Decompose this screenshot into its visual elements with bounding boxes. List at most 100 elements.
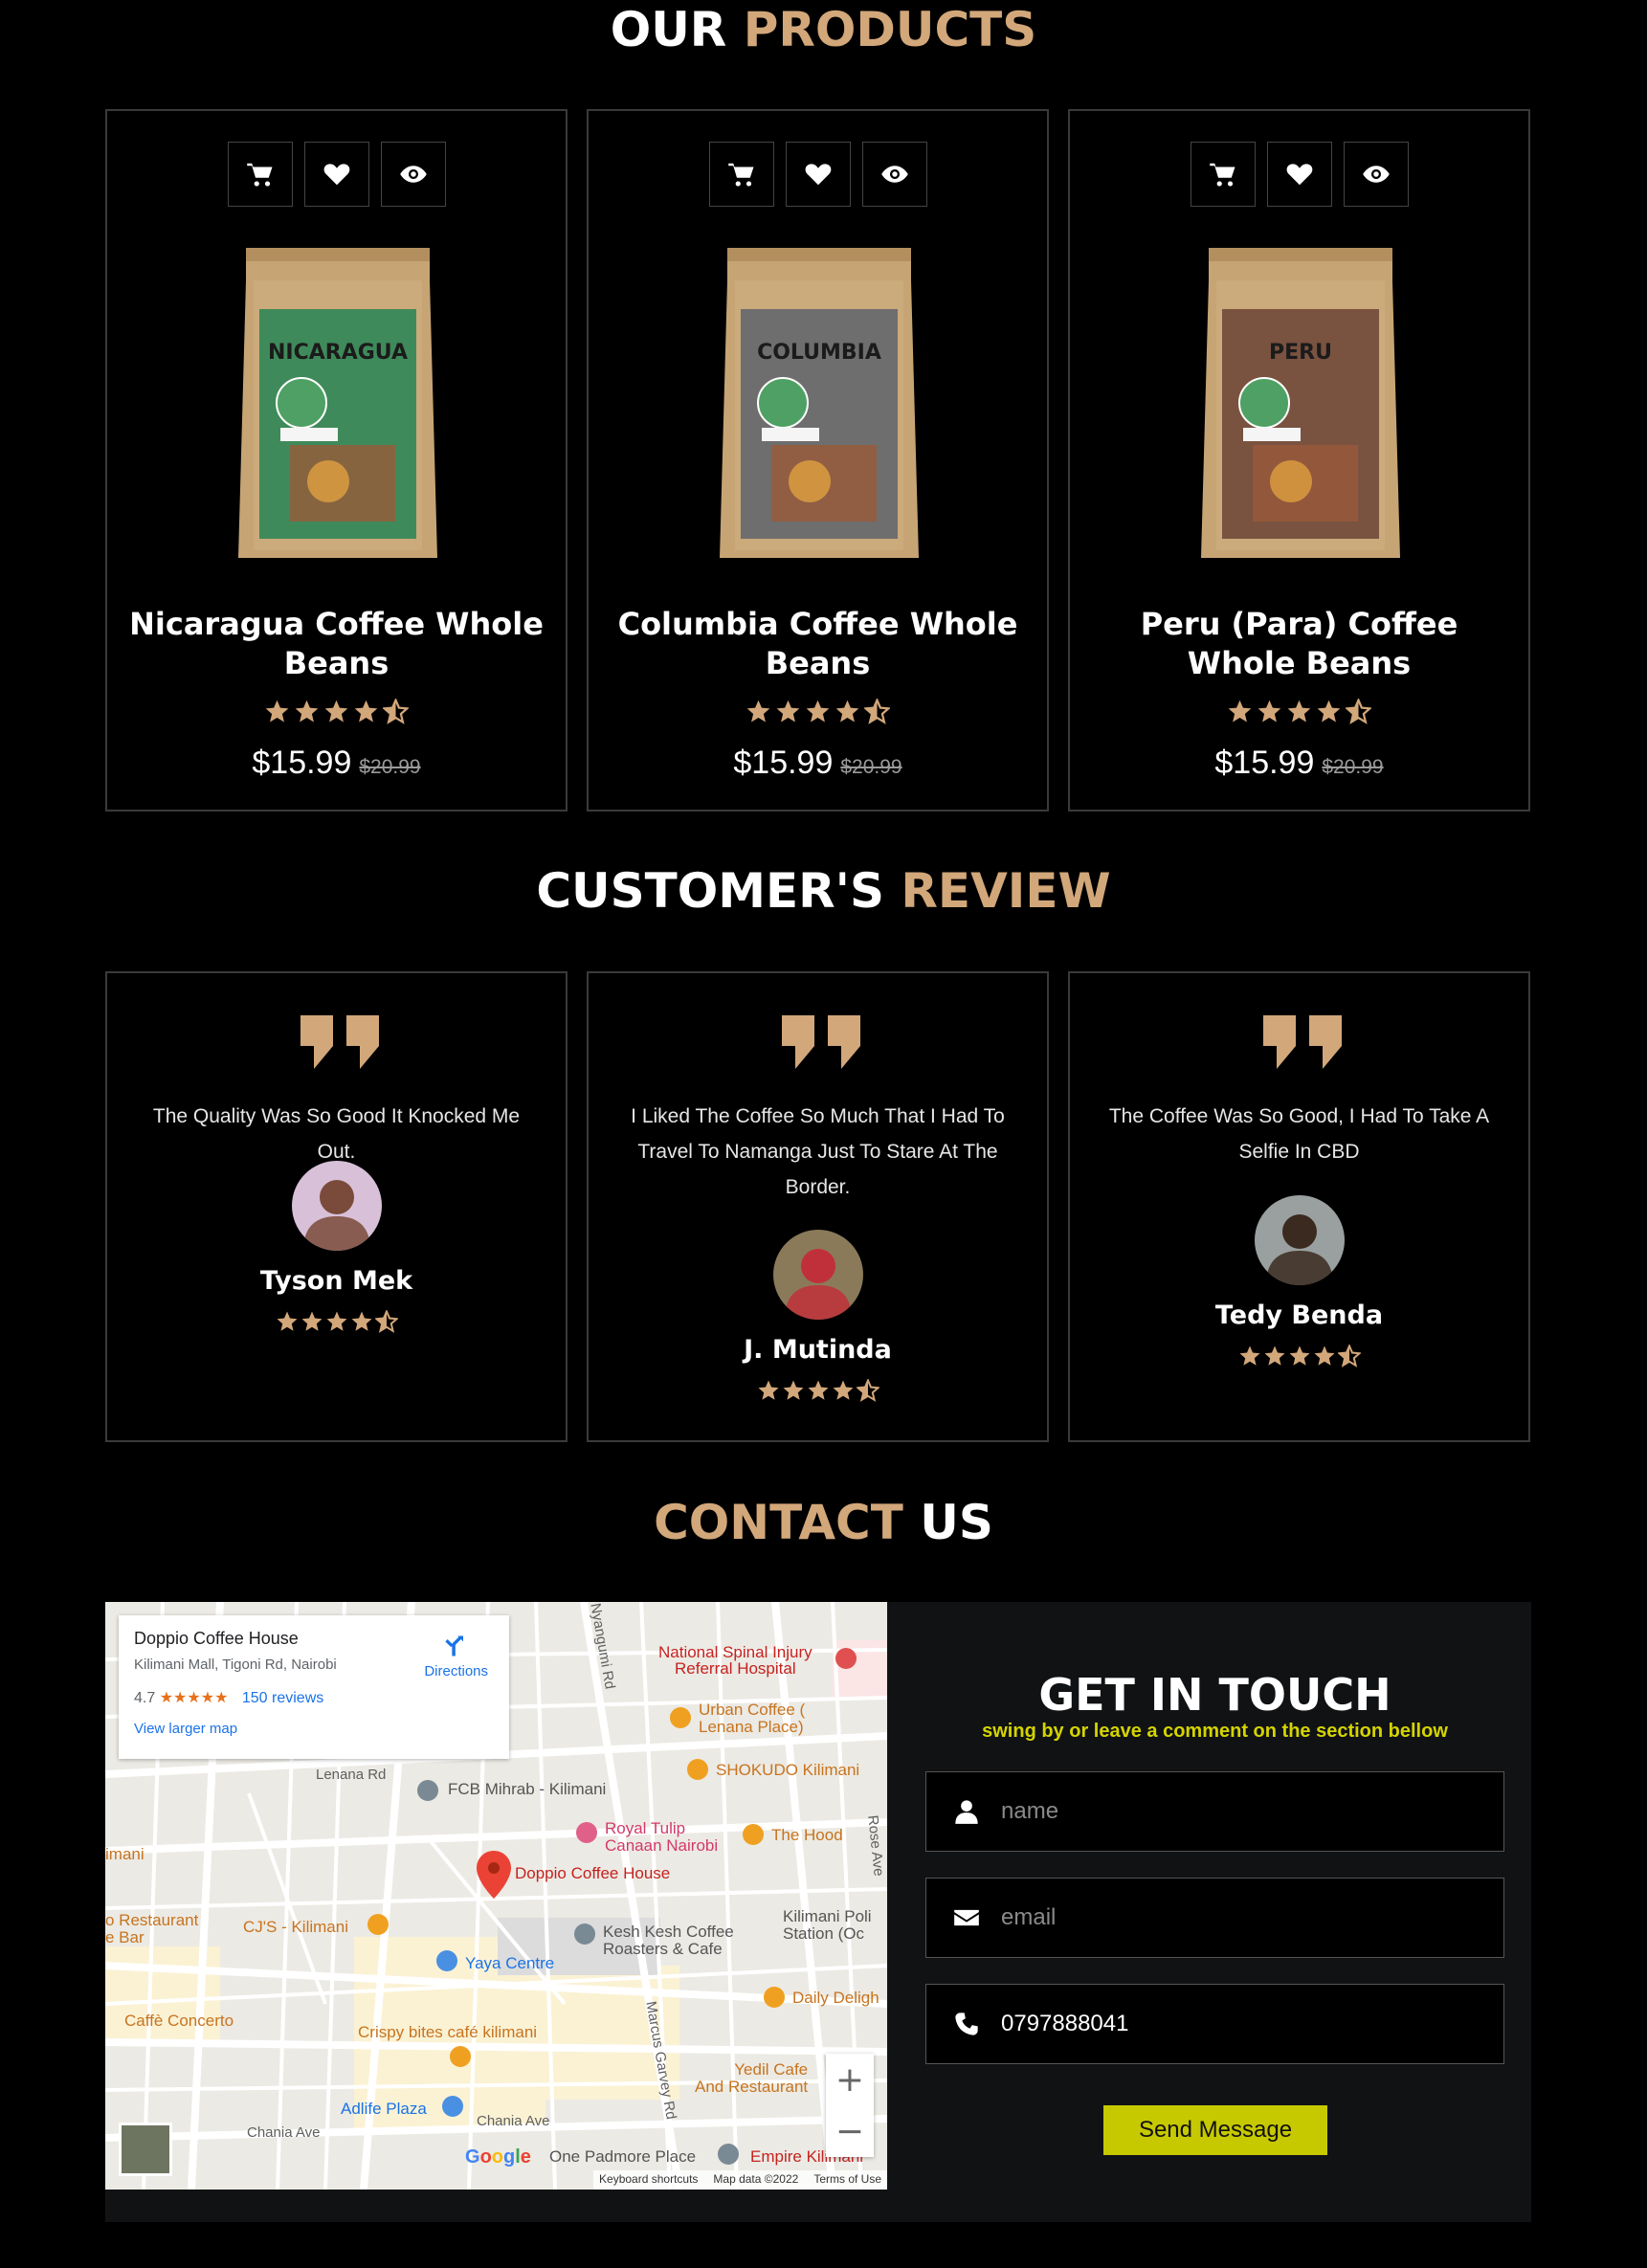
- reviewer-rating: [107, 1310, 566, 1333]
- restaurant-pin-icon[interactable]: [687, 1759, 708, 1780]
- map-attribution: Keyboard shortcuts Map data ©2022 Terms …: [593, 2170, 887, 2190]
- quote-icon: [1263, 1015, 1342, 1069]
- avatar-photo: [785, 1249, 852, 1320]
- hotel-pin-icon[interactable]: [576, 1822, 597, 1843]
- shopping-pin-icon-2[interactable]: [442, 2096, 463, 2117]
- send-message-button[interactable]: Send Message: [1103, 2105, 1327, 2155]
- product-rating-star-icon: [295, 700, 319, 723]
- quote-icon: [782, 1015, 860, 1069]
- add-to-cart-button[interactable]: [708, 142, 774, 207]
- products-heading-part2: PRODUCTS: [743, 2, 1037, 57]
- place-pin-icon-3[interactable]: [718, 2144, 739, 2165]
- doppio-marker-icon[interactable]: [477, 1851, 511, 1899]
- cafe-pin-icon[interactable]: [670, 1707, 691, 1728]
- terms-of-use-link[interactable]: Terms of Use: [813, 2172, 881, 2188]
- rating-stars-icon: ★★★★★: [159, 1690, 229, 1706]
- cafe-pin-icon-2[interactable]: [764, 1987, 785, 2008]
- phone-icon: [955, 2012, 978, 2035]
- reviewer-rating-star-icon: [783, 1380, 803, 1400]
- directions-icon: [444, 1635, 463, 1657]
- view-larger-map-link[interactable]: View larger map: [134, 1721, 494, 1737]
- name-input[interactable]: [1001, 1798, 1460, 1825]
- eye-icon: [880, 166, 908, 183]
- map-label-crispy: Crispy bites café kilimani: [358, 2023, 538, 2041]
- product-rating-star-icon: [776, 700, 800, 723]
- avatar-photo: [1266, 1214, 1333, 1285]
- email-field[interactable]: [925, 1878, 1504, 1958]
- map-label-restaurant: o Restaurant e Bar: [105, 1911, 199, 1946]
- name-field[interactable]: [925, 1771, 1504, 1852]
- zoom-in-button[interactable]: +: [826, 2054, 874, 2105]
- product-name[interactable]: Nicaragua Coffee Whole Beans: [126, 605, 546, 683]
- google-map[interactable]: National Spinal Injury Referral Hospital…: [105, 1602, 887, 2190]
- quick-view-button[interactable]: [380, 142, 446, 207]
- google-logo: Google: [465, 2146, 531, 2168]
- old-price: $20.99: [359, 756, 421, 778]
- cart-icon: [246, 163, 272, 187]
- cafe-pin-icon-3[interactable]: [450, 2046, 471, 2067]
- product-rating: [107, 699, 566, 724]
- reviewer-rating-star-icon: [808, 1380, 828, 1400]
- review-text: The Quality Was So Good It Knocked Me Ou…: [152, 1105, 521, 1163]
- product-price: $15.99 $20.99: [107, 745, 566, 782]
- phone-field[interactable]: [925, 1984, 1504, 2064]
- product-rating-star-icon: [354, 700, 378, 723]
- user-icon: [955, 1800, 978, 1824]
- wishlist-button[interactable]: [303, 142, 369, 207]
- keyboard-shortcuts-link[interactable]: Keyboard shortcuts: [599, 2172, 698, 2188]
- heart-icon: [1286, 164, 1312, 186]
- product-rating: [589, 699, 1047, 724]
- bag-label: COLUMBIA: [757, 341, 881, 365]
- old-price: $20.99: [840, 756, 902, 778]
- contact-heading: CONTACT US: [0, 1495, 1647, 1550]
- avatar: [292, 1161, 382, 1251]
- reviews-link[interactable]: 150 reviews: [242, 1690, 323, 1706]
- wishlist-button[interactable]: [785, 142, 851, 207]
- quick-view-button[interactable]: [1343, 142, 1409, 207]
- satellite-toggle-button[interactable]: [119, 2123, 172, 2176]
- product-name[interactable]: Columbia Coffee Whole Beans: [608, 605, 1028, 683]
- contact-heading-part2: US: [920, 1495, 993, 1550]
- product-actions: [589, 142, 1047, 207]
- avatar: [1255, 1195, 1345, 1285]
- reviewer-name: J. Mutinda: [744, 1335, 892, 1365]
- heart-icon: [323, 164, 349, 186]
- map-label-kilimani-left: imani: [105, 1845, 145, 1863]
- place-pin-icon-2[interactable]: [574, 1923, 595, 1945]
- map-label-chania-1: Chania Ave: [247, 2124, 321, 2141]
- product-rating-star-icon: [1346, 699, 1371, 724]
- product-actions: [107, 142, 566, 207]
- reviewer-rating: [1070, 1345, 1528, 1367]
- product-card: COLUMBIA Columbia Coffee Whole Beans $15.…: [587, 109, 1049, 812]
- map-label-concerto: Caffè Concerto: [124, 2012, 234, 2030]
- product-name[interactable]: Peru (Para) Coffee Whole Beans: [1089, 605, 1509, 683]
- map-label-padmore: One Padmore Place: [549, 2147, 697, 2166]
- add-to-cart-button[interactable]: [1190, 142, 1256, 207]
- review-text: The Coffee Was So Good, I Had To Take A …: [1108, 1105, 1490, 1163]
- quick-view-button[interactable]: [861, 142, 927, 207]
- email-input[interactable]: [1001, 1904, 1460, 1931]
- restaurant-pin-icon-3[interactable]: [367, 1914, 389, 1935]
- product-actions: [1070, 142, 1528, 207]
- contact-heading-part1: CONTACT: [654, 1495, 903, 1550]
- zoom-out-button[interactable]: −: [826, 2105, 874, 2157]
- product-card: NICARAGUA Nicaragua Coffee Whole Beans $1…: [105, 109, 568, 812]
- restaurant-pin-icon-2[interactable]: [743, 1824, 764, 1845]
- add-to-cart-button[interactable]: [227, 142, 293, 207]
- product-rating-star-icon: [265, 700, 289, 723]
- place-pin-icon[interactable]: [417, 1780, 438, 1801]
- map-label-fcb: FCB Mihrab - Kilimani: [448, 1780, 607, 1798]
- hospital-pin-icon[interactable]: [835, 1648, 857, 1669]
- bag-label: NICARAGUA: [268, 341, 408, 365]
- eye-icon: [399, 166, 427, 183]
- wishlist-button[interactable]: [1266, 142, 1332, 207]
- phone-input[interactable]: [1001, 2011, 1460, 2037]
- current-price: $15.99: [1214, 745, 1315, 781]
- shopping-pin-icon[interactable]: [436, 1950, 457, 1971]
- old-price: $20.99: [1322, 756, 1384, 778]
- product-rating-star-icon: [1228, 700, 1252, 723]
- review-card: I Liked The Coffee So Much That I Had To…: [587, 971, 1049, 1442]
- reviewer-rating-star-icon: [301, 1311, 322, 1331]
- directions-button[interactable]: Directions: [424, 1633, 488, 1679]
- reviewer-rating-star-icon: [351, 1311, 371, 1331]
